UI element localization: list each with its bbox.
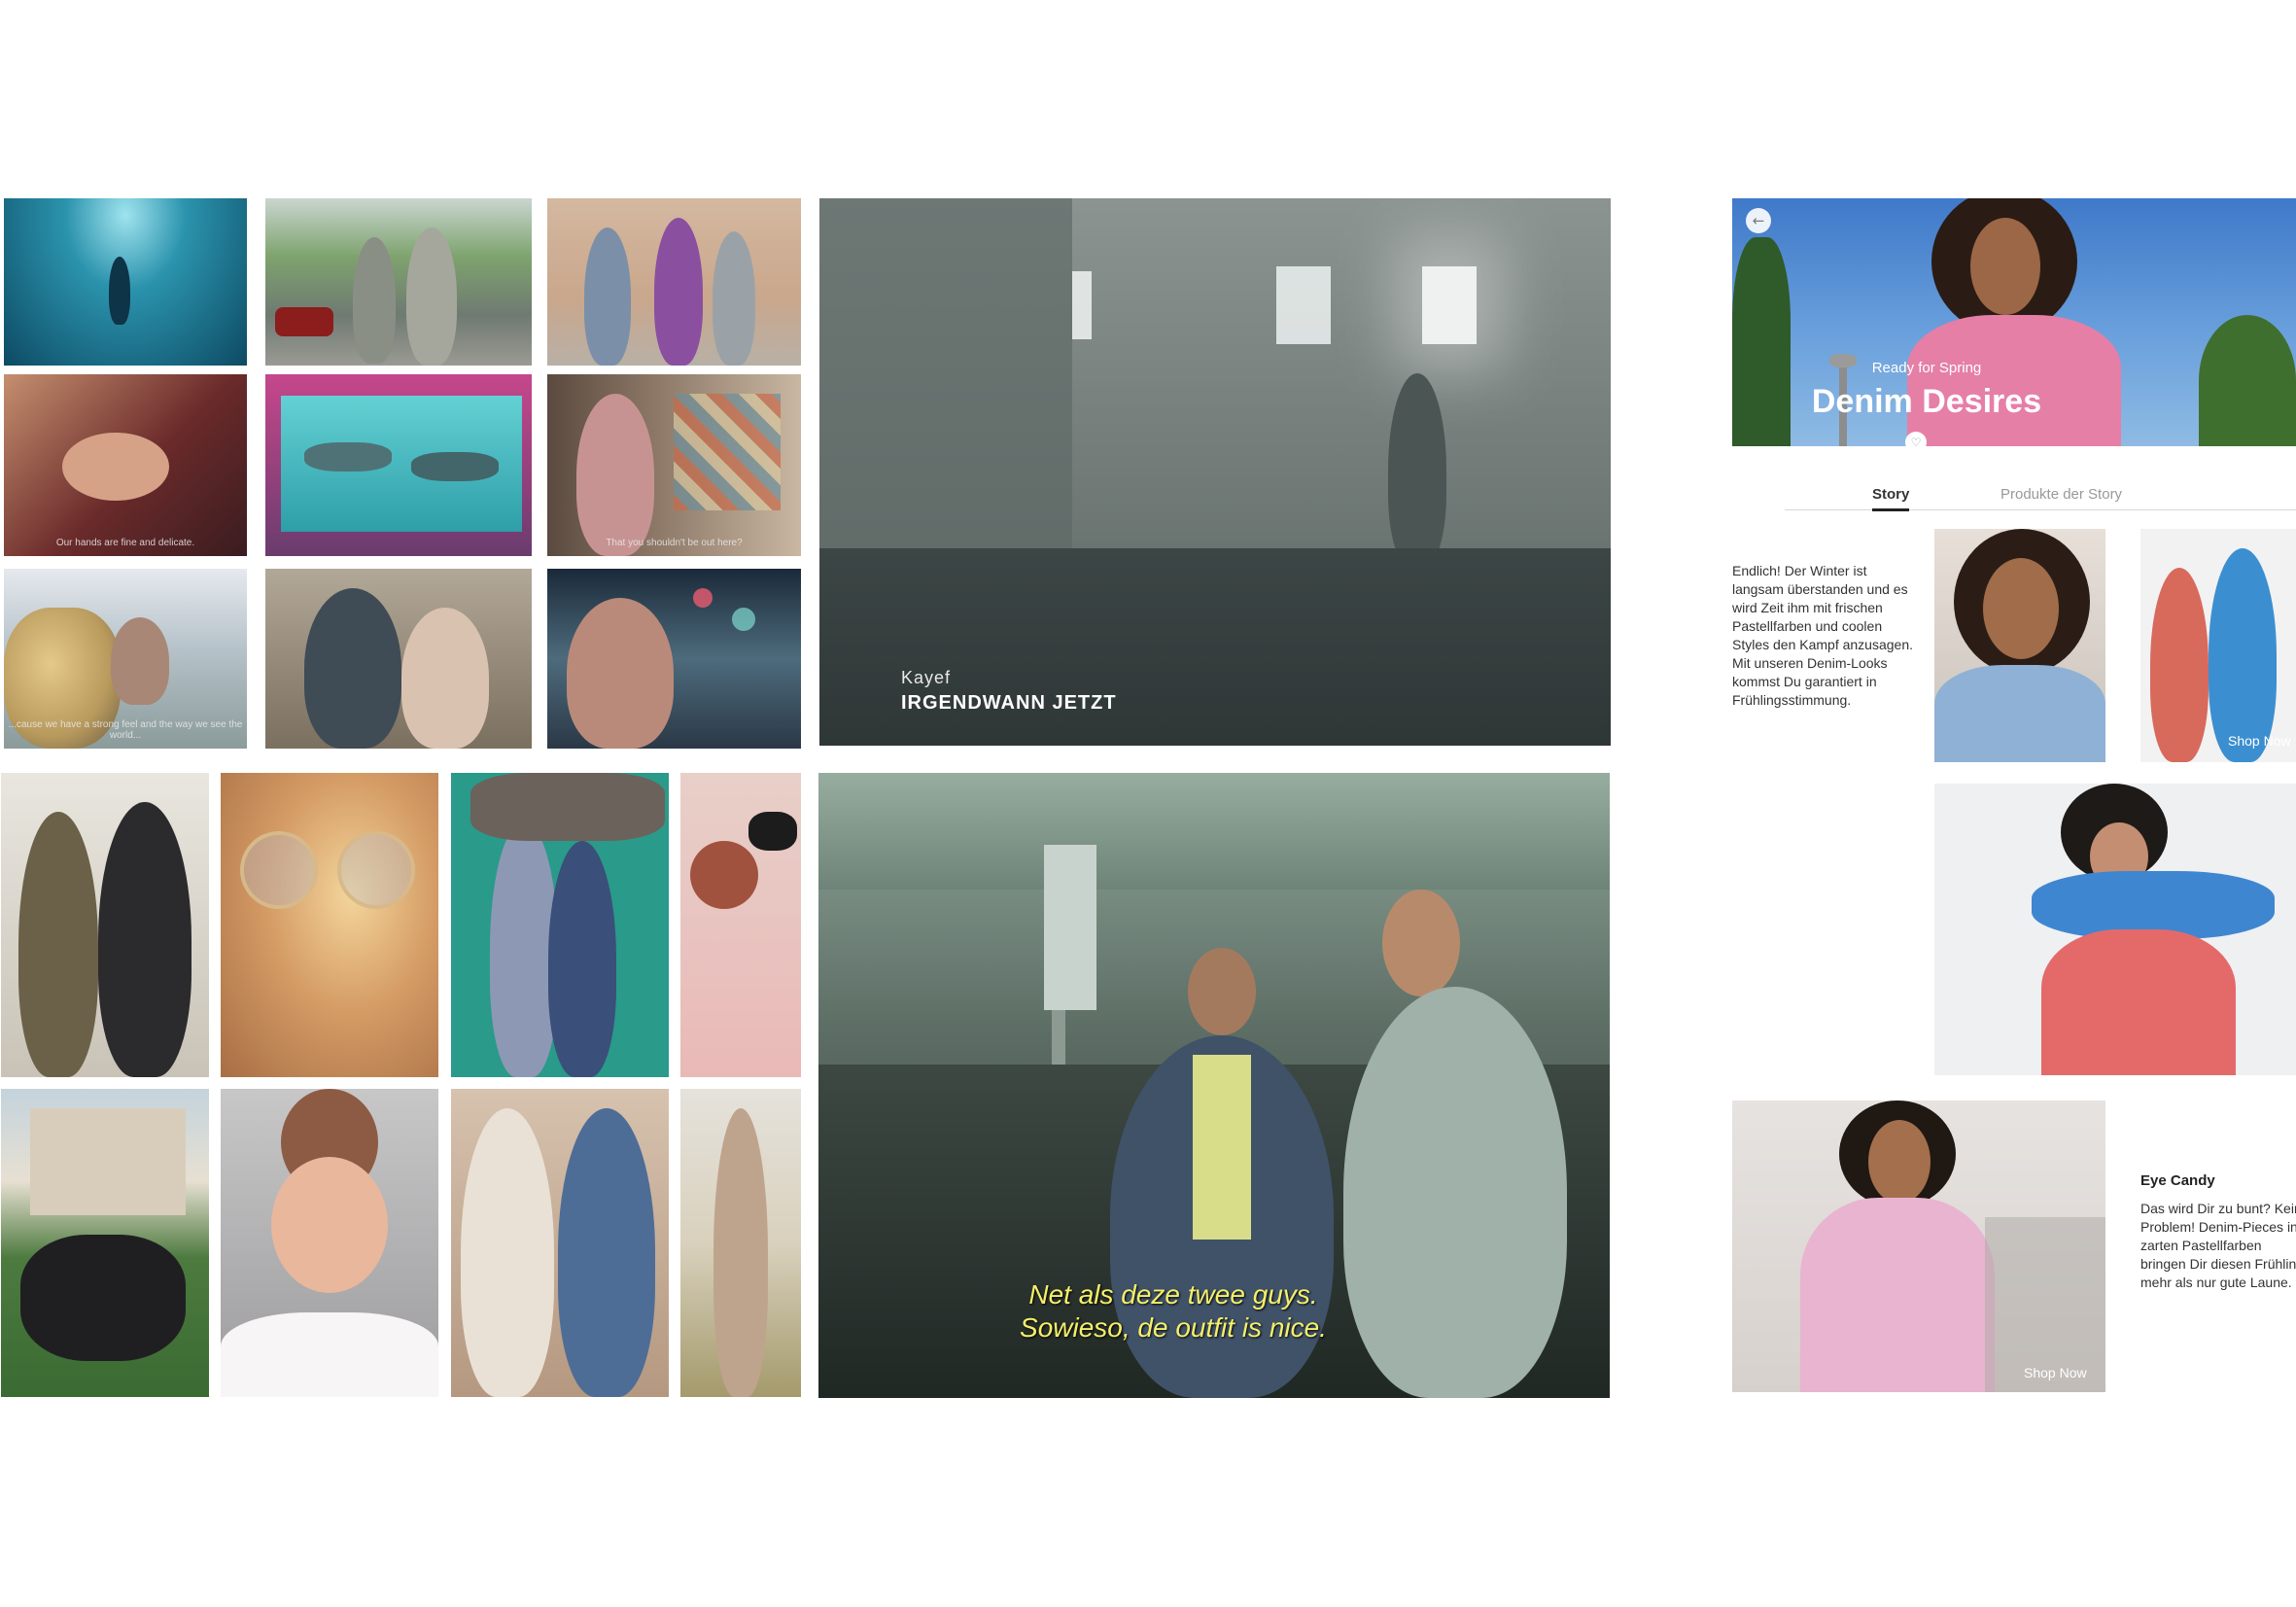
eye-candy-text: Das wird Dir zu bunt? Kein Problem! Deni…	[2140, 1201, 2296, 1290]
video-subtitle: Net als deze twee guys. Sowieso, de outf…	[818, 1278, 1528, 1345]
moodboard-tile-lake-couple: ...cause we have a strong feel and the w…	[4, 569, 247, 749]
tile-caption-hands: Our hands are fine and delicate.	[55, 538, 195, 548]
moodboard-tile-two-women-dresses	[1, 773, 209, 1077]
moodboard-tile-tongue-out	[221, 1089, 438, 1397]
moodboard-tile-hands: Our hands are fine and delicate.	[4, 374, 247, 556]
heart-icon: ♡	[1910, 436, 1922, 446]
moodboard-tile-teal-couple	[451, 773, 669, 1077]
hero-subtitle: Ready for Spring	[1871, 360, 1982, 376]
product-image-denim-jacket[interactable]	[1934, 529, 2105, 762]
story-tabs: Story Produkte der Story	[1785, 480, 2296, 511]
moodboard-tile-chateau-group	[1, 1089, 209, 1397]
tile-caption-scarf: That you shouldn't be out here?	[606, 538, 743, 548]
moodboard-tile-underwater: ​	[4, 198, 247, 366]
video-still-street-scene[interactable]: Net als deze twee guys. Sowieso, de outf…	[818, 773, 1610, 1398]
tile-caption-lake: ...cause we have a strong feel and the w…	[8, 719, 243, 741]
video-artist: Kayef	[901, 668, 952, 687]
arrow-left-icon: ←	[1752, 212, 1765, 229]
moodboard-tile-laughing-friends	[451, 1089, 669, 1397]
moodboard-tile-sunglasses	[221, 773, 438, 1077]
moodboard-tile-car-window	[547, 569, 801, 749]
tab-story-products[interactable]: Produkte der Story	[2000, 486, 2122, 503]
product-image-piggyback[interactable]	[1934, 784, 2296, 1075]
tab-story[interactable]: Story	[1872, 486, 1910, 511]
moodboard-tile-lying-woman	[680, 773, 801, 1077]
moodboard-tile-swimming	[265, 374, 532, 556]
eye-candy-heading: Eye Candy	[2140, 1172, 2215, 1189]
shop-now-link-2[interactable]: Shop Now	[2024, 1365, 2087, 1380]
story-page-mockup: ← Ready for Spring Denim Desires ♡ Story…	[1724, 198, 2296, 1404]
product-image-couple[interactable]: Shop Now	[2140, 529, 2296, 762]
video-title: IRGENDWANN JETZT	[901, 692, 1117, 714]
moodboard-tile-city-couple	[265, 569, 532, 749]
subtitle-line-1: Net als deze twee guys.	[1028, 1279, 1318, 1310]
back-button[interactable]: ←	[1746, 208, 1771, 233]
tile-caption: ​	[4, 347, 247, 358]
hero-banner: ← Ready for Spring Denim Desires ♡	[1732, 198, 2296, 446]
moodboard-tile-three-girls	[547, 198, 801, 366]
story-intro-text: Endlich! Der Winter ist langsam überstan…	[1732, 563, 1914, 708]
video-still-music-video[interactable]: Kayef IRGENDWANN JETZT	[819, 198, 1611, 746]
moodboard-tile-street-couple	[265, 198, 532, 366]
favorite-button[interactable]: ♡	[1905, 432, 1927, 446]
moodboard-tile-scarf-girl: That you shouldn't be out here?	[547, 374, 801, 556]
product-image-pink-jacket[interactable]: Shop Now	[1732, 1100, 2105, 1392]
shop-now-link-1[interactable]: Shop Now	[2228, 733, 2291, 749]
moodboard-tile-field-woman	[680, 1089, 801, 1397]
subtitle-line-2: Sowieso, de outfit is nice.	[1020, 1312, 1327, 1343]
hero-title: Denim Desires	[1811, 383, 2042, 420]
